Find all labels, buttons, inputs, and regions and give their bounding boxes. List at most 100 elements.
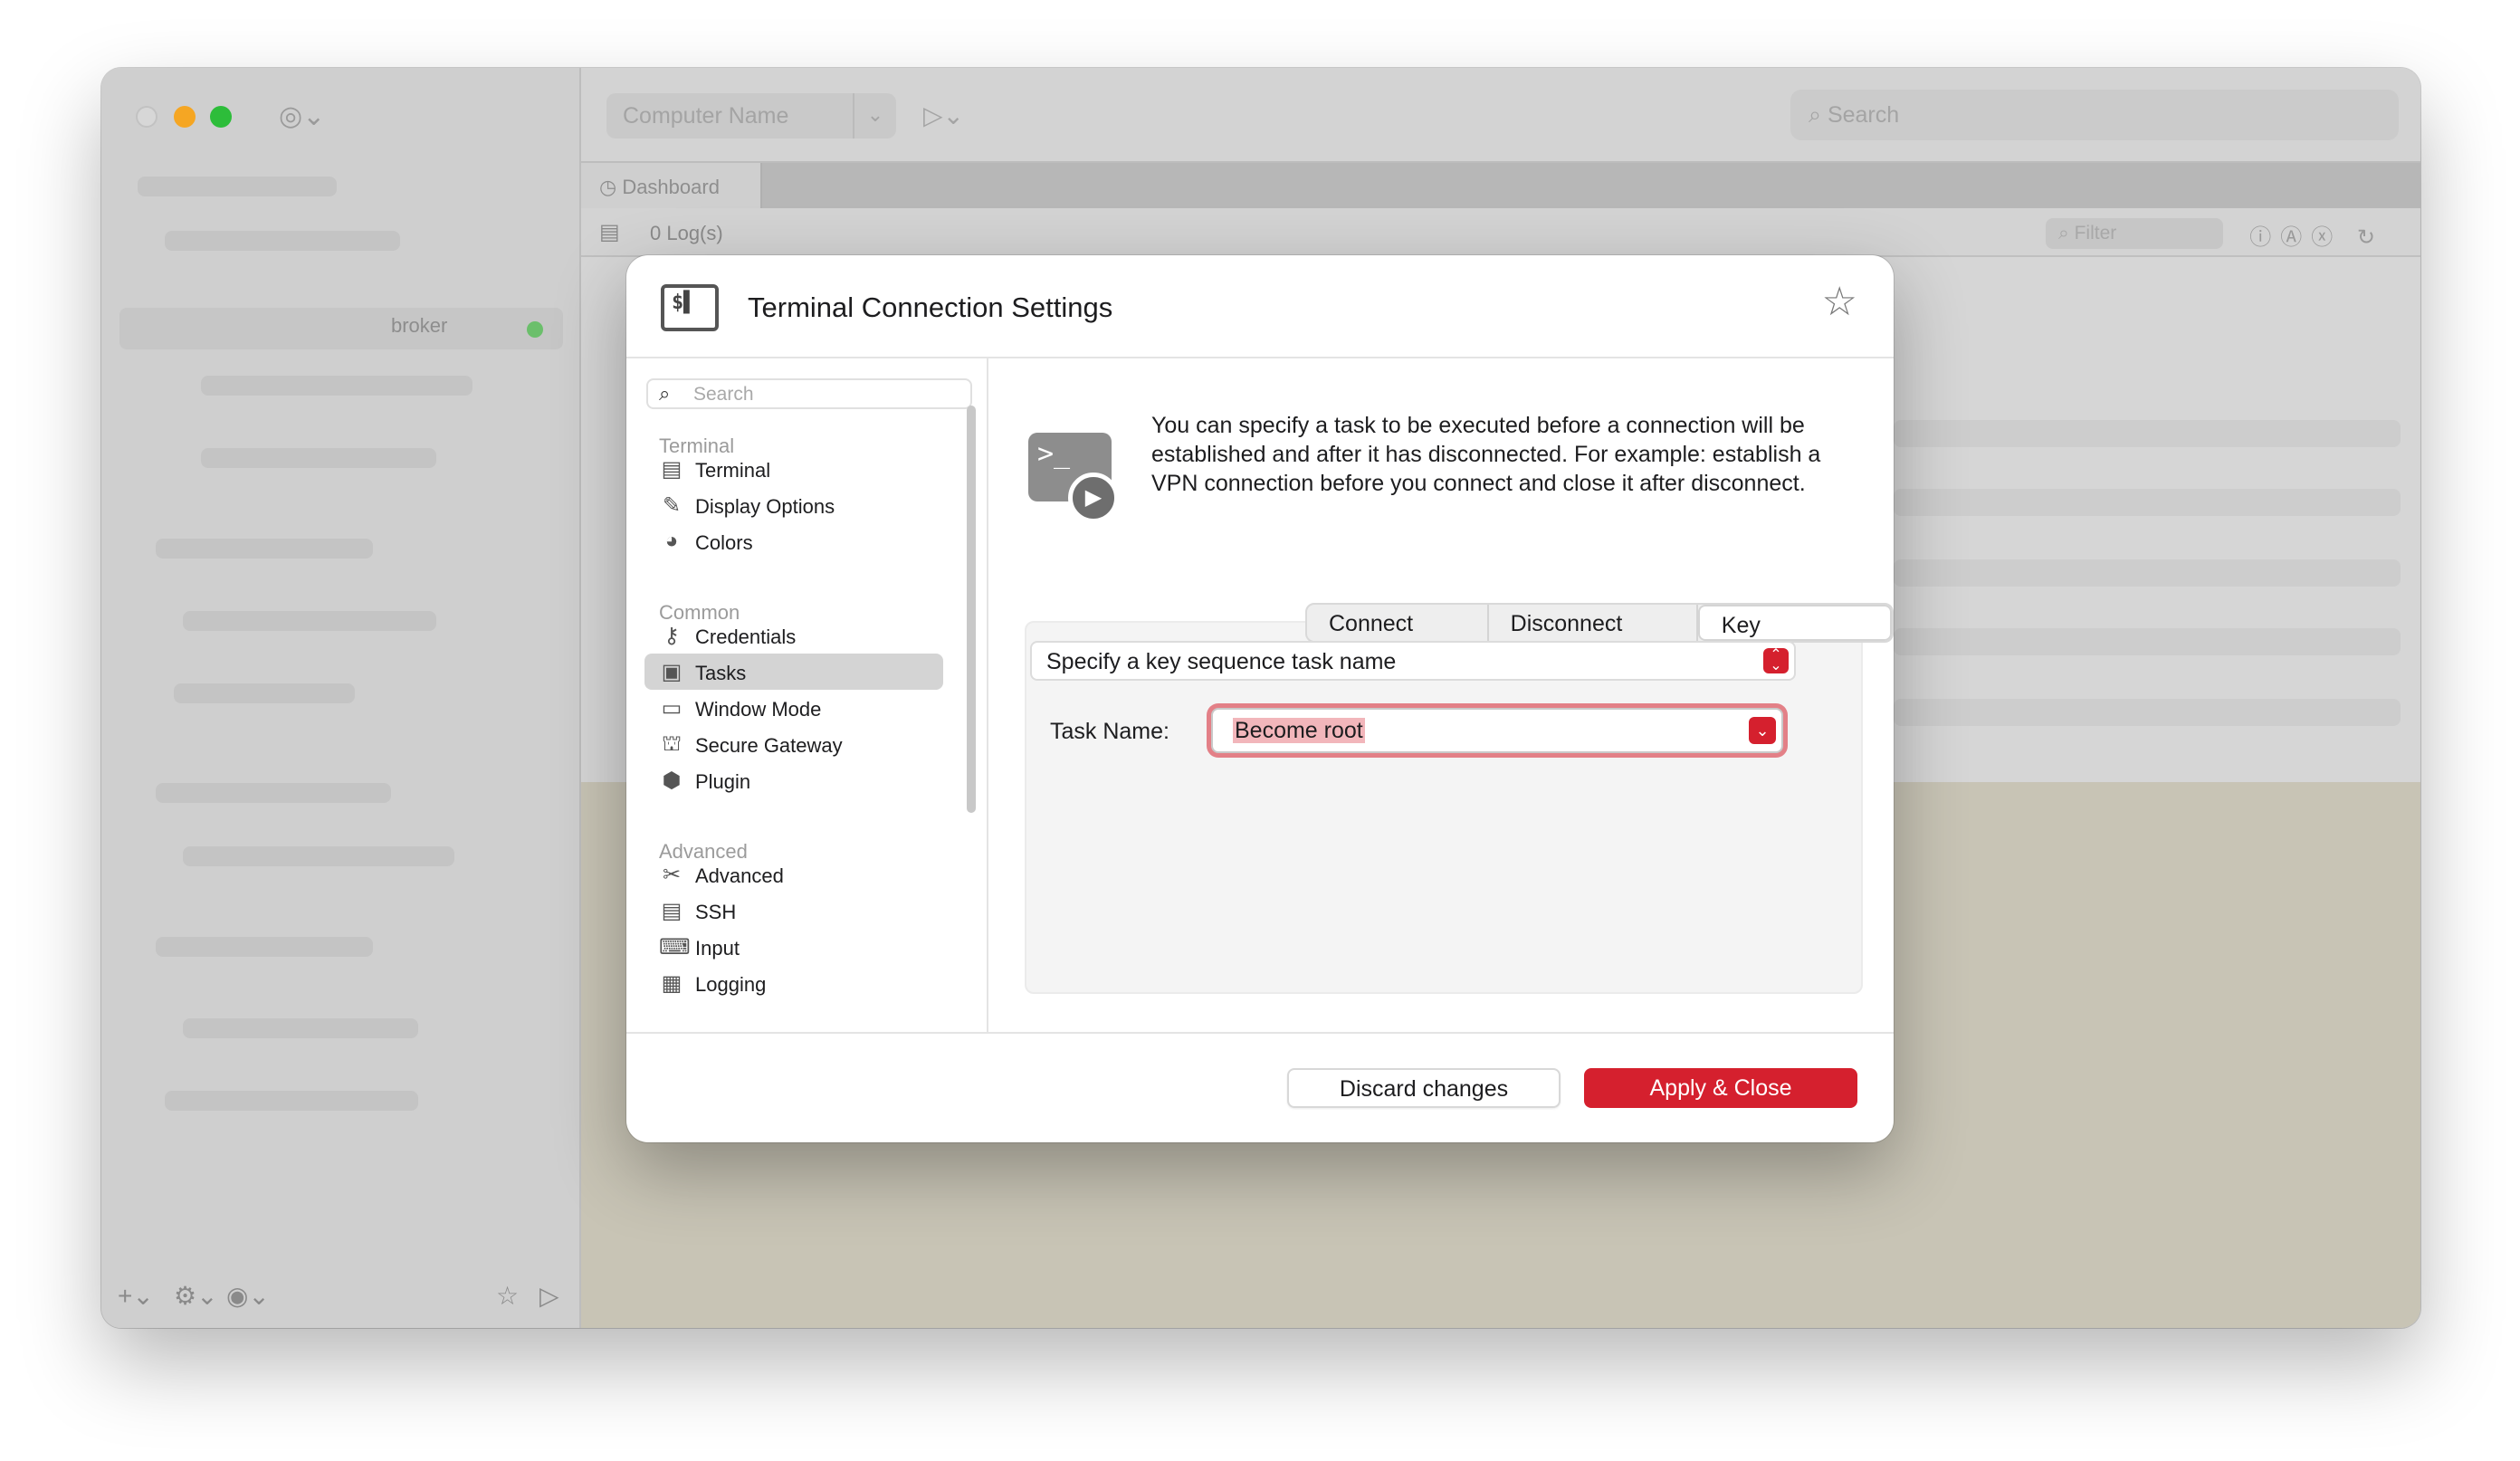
nav-label: Advanced: [695, 864, 784, 887]
nav-item-colors[interactable]: ◕ Colors: [644, 523, 943, 559]
blurred-row: [1894, 628, 2401, 655]
task-name-label: Task Name:: [1050, 719, 1169, 744]
status-dot: [527, 321, 543, 338]
nav-item-secure-gateway[interactable]: ⛫ Secure Gateway: [644, 726, 943, 762]
connect-menu-icon[interactable]: ◎⌄: [279, 100, 325, 132]
log-count: 0 Log(s): [650, 222, 723, 244]
apply-close-button[interactable]: Apply & Close: [1584, 1068, 1857, 1108]
search-icon: ⌕: [659, 382, 671, 405]
filter-placeholder: Filter: [2074, 223, 2117, 244]
nav-item-window-mode[interactable]: ▭ Window Mode: [644, 690, 943, 726]
sidebar-selected-row[interactable]: [119, 308, 563, 349]
blurred-row: [1894, 559, 2401, 587]
tasks-pane: >_ ▶ You can specify a task to be execut…: [990, 358, 1894, 1032]
blurred-row: [183, 611, 436, 631]
window-close-button[interactable]: [136, 106, 158, 128]
dialog-title: Terminal Connection Settings: [748, 291, 1113, 323]
tab-dashboard[interactable]: ◷ Dashboard: [581, 163, 762, 208]
add-icon[interactable]: +⌄: [118, 1281, 154, 1311]
search-placeholder: Search: [1827, 102, 1900, 128]
nav-label: Colors: [695, 531, 753, 554]
play-menu-icon[interactable]: ▷⌄: [923, 100, 964, 130]
segment-connect-task[interactable]: Connect Task: [1307, 605, 1489, 641]
log-filter-field[interactable]: ⌕ Filter: [2046, 218, 2223, 249]
blurred-row: [138, 177, 337, 196]
nav-item-plugin[interactable]: ⬢ Plugin: [644, 762, 943, 798]
computer-name-placeholder: Computer Name: [623, 103, 789, 129]
chevron-down-icon[interactable]: ⌄: [1749, 717, 1776, 744]
nav-item-display-options[interactable]: ✎ Display Options: [644, 487, 943, 523]
settings-nav: ⌕ Search Terminal ▤ Terminal ✎ Display O…: [626, 358, 988, 1032]
blurred-row: [201, 376, 472, 396]
tasks-icon: ▣: [661, 660, 682, 684]
favorite-star-icon[interactable]: ☆: [1822, 282, 1857, 322]
dialog-header: $▌ Terminal Connection Settings ☆: [626, 255, 1894, 358]
blurred-row: [174, 683, 355, 703]
blurred-row: [156, 783, 391, 803]
segment-key-sequence[interactable]: Key Sequence: [1697, 605, 1892, 641]
gear-icon[interactable]: ⚙⌄: [174, 1281, 218, 1311]
tab-label: Dashboard: [622, 176, 720, 198]
settings-search-input[interactable]: ⌕ Search: [646, 378, 972, 409]
key-sequence-select-value: Specify a key sequence task name: [1046, 649, 1397, 674]
sidebar: ◎⌄ broker +⌄ ⚙⌄ ◉⌄ ☆ ▷: [101, 68, 581, 1328]
nav-item-logging[interactable]: ▦ Logging: [644, 965, 943, 1001]
sidebar-bottom-toolbar: +⌄ ⚙⌄ ◉⌄ ☆ ▷: [101, 1274, 579, 1319]
play-icon[interactable]: ▷: [539, 1281, 559, 1311]
task-segmented-control: Connect Task Disconnect Task Key Sequenc…: [1305, 603, 1894, 643]
nav-label: SSH: [695, 901, 737, 923]
discard-changes-button[interactable]: Discard changes: [1287, 1068, 1561, 1108]
window-icon: ▭: [661, 696, 682, 721]
toolbar: Computer Name ⌄ ▷⌄ ⌕ Search: [581, 68, 2420, 163]
nav-item-tasks[interactable]: ▣ Tasks: [644, 654, 943, 690]
play-icon: ▶: [1068, 473, 1119, 523]
nav-item-advanced[interactable]: ✂ Advanced: [644, 856, 943, 893]
nav-item-input[interactable]: ⌨ Input: [644, 929, 943, 965]
nav-item-ssh[interactable]: ▤ SSH: [644, 893, 943, 929]
blurred-row: [156, 937, 373, 957]
log-panel-icon[interactable]: ▤: [599, 219, 620, 245]
nav-item-credentials[interactable]: ⚷ Credentials: [644, 617, 943, 654]
blurred-row: [201, 448, 436, 468]
chevron-down-icon[interactable]: ⌄: [853, 93, 896, 138]
blurred-row: [1894, 420, 2401, 447]
log-filter-icons[interactable]: ⓘⒶⓧ ↻: [2249, 219, 2384, 251]
settings-search-placeholder: Search: [693, 384, 754, 405]
nav-item-terminal[interactable]: ▤ Terminal: [644, 451, 943, 487]
nav-scrollbar[interactable]: [967, 406, 976, 813]
nav-label: Terminal: [695, 459, 771, 482]
gateway-icon: ⛫: [661, 731, 682, 756]
nav-label: Tasks: [695, 662, 747, 684]
nav-label: Window Mode: [695, 698, 822, 721]
key-sequence-select[interactable]: Specify a key sequence task name ⌃ ⌄: [1030, 641, 1796, 681]
nav-label: Display Options: [695, 495, 835, 518]
tools-icon: ✂: [662, 863, 682, 887]
nav-label: Secure Gateway: [695, 734, 843, 757]
window-maximize-button[interactable]: [210, 106, 232, 128]
segment-disconnect-task[interactable]: Disconnect Task: [1489, 605, 1698, 641]
up-down-chevron-icon[interactable]: ⌃ ⌄: [1763, 648, 1789, 673]
globe-icon[interactable]: ◉⌄: [226, 1281, 270, 1311]
search-field[interactable]: ⌕ Search: [1790, 90, 2399, 140]
keyboard-icon: ⌨: [659, 935, 691, 960]
brush-icon: ✎: [662, 493, 682, 518]
computer-name-field[interactable]: Computer Name ⌄: [606, 93, 896, 138]
blurred-row: [1894, 489, 2401, 516]
window-minimize-button[interactable]: [174, 106, 196, 128]
search-icon: ⌕: [1809, 102, 1828, 128]
star-icon[interactable]: ☆: [496, 1281, 519, 1311]
nav-label: Credentials: [695, 625, 797, 648]
terminal-connection-settings-dialog: $▌ Terminal Connection Settings ☆ ⌕ Sear…: [626, 255, 1894, 1142]
log-bar: ▤ 0 Log(s) ⌕ Filter ⓘⒶⓧ ↻: [581, 208, 2420, 257]
palette-icon: ◕: [664, 529, 679, 553]
terminal-icon: $▌: [661, 284, 719, 331]
terminal-icon: ▤: [661, 457, 682, 482]
task-name-value: Become root: [1233, 718, 1365, 743]
blurred-row: [1894, 699, 2401, 726]
task-name-combobox[interactable]: Become root ⌄: [1211, 708, 1783, 753]
blurred-row: [165, 1091, 418, 1111]
nav-label: Input: [695, 937, 740, 960]
key-icon: ⚷: [663, 624, 680, 648]
blurred-row: [156, 539, 373, 559]
plugin-icon: ⬢: [662, 769, 682, 793]
